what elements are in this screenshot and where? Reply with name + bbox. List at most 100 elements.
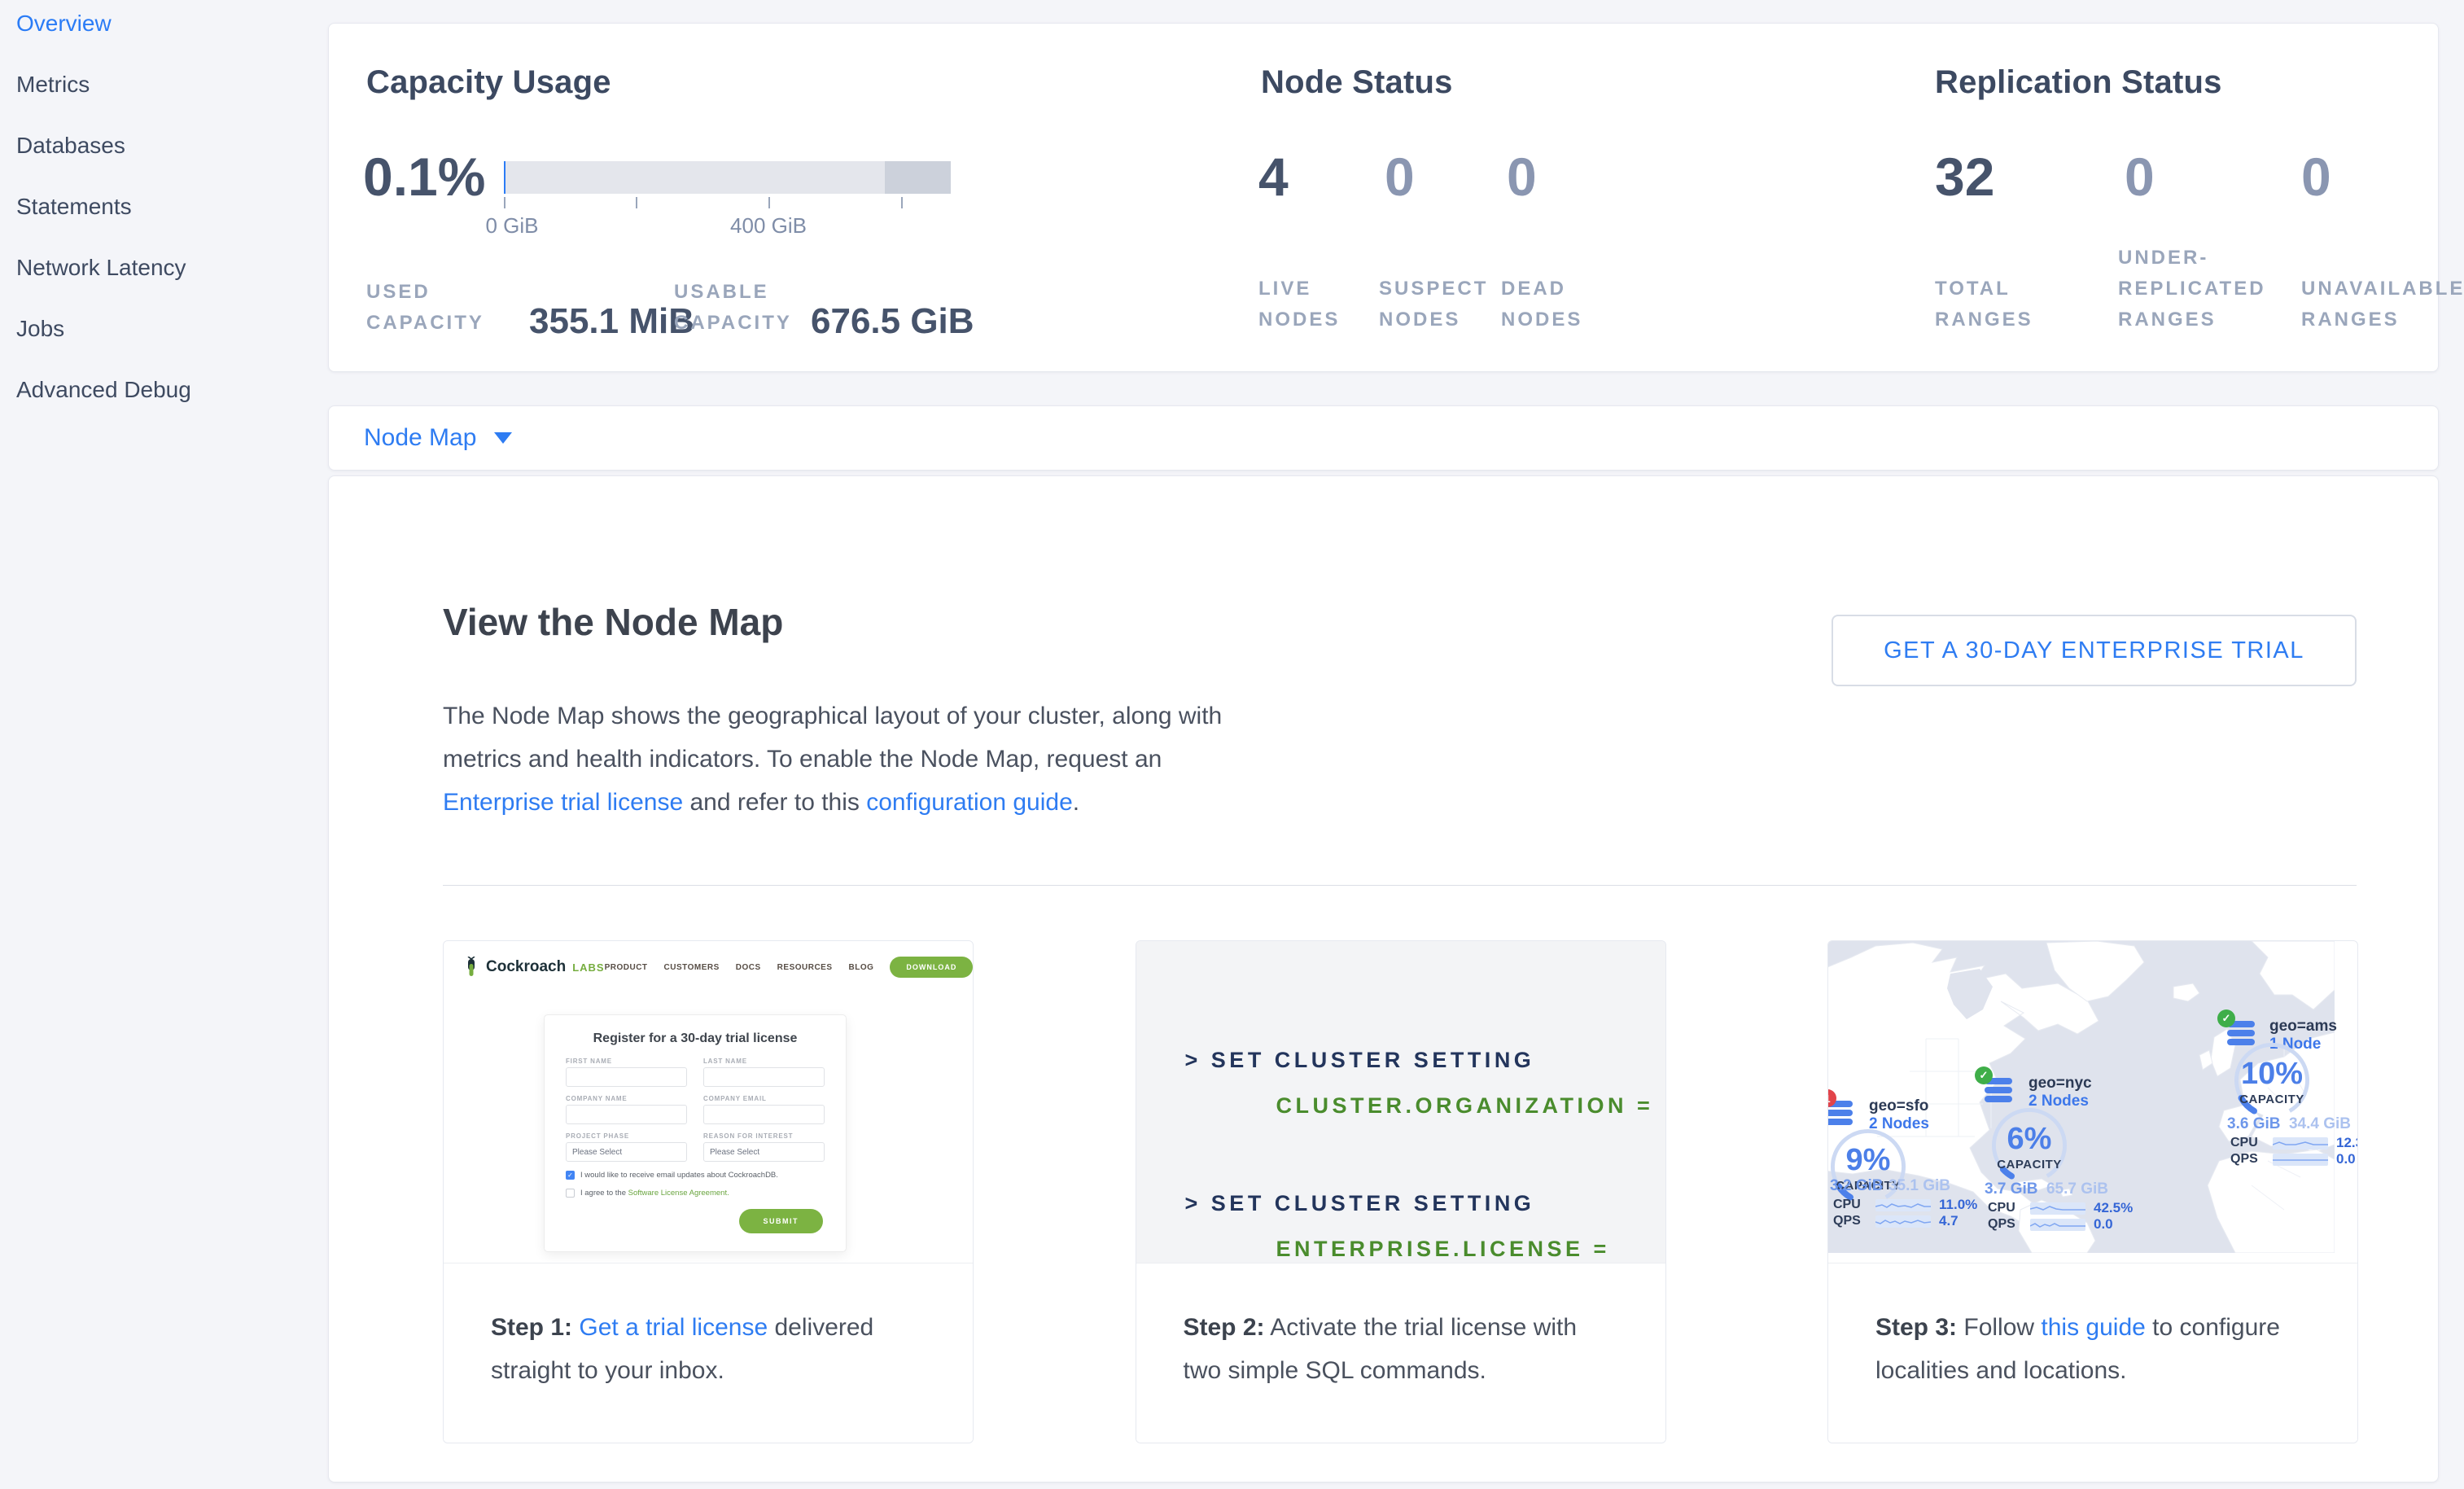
configuration-guide-link[interactable]: configuration guide [866, 789, 1073, 816]
sidebar-item-advanced-debug[interactable]: Advanced Debug [16, 377, 309, 438]
software-license-agreement-link: Software License Agreement. [628, 1189, 729, 1198]
used-gib: 3.6 GiB [2227, 1115, 2280, 1133]
axis-tick [504, 197, 505, 208]
usable-gib: 35.1 GiB [1888, 1177, 1950, 1195]
last-name-label: LAST NAME [703, 1058, 825, 1065]
capacity-bar-track [504, 161, 951, 194]
node-status-title: Node Status [1261, 64, 1453, 101]
cpu-label: CPU [2230, 1136, 2265, 1150]
page-title: View the Node Map [443, 600, 783, 644]
cpu-value: 11.0% [1939, 1197, 1977, 1213]
this-guide-link[interactable]: this guide [2041, 1314, 2145, 1341]
capacity-usage-bar-chart: 0 GiB 400 GiB [504, 161, 951, 259]
axis-label-0gib: 0 GiB [485, 213, 538, 239]
sidebar-item-databases[interactable]: Databases [16, 133, 309, 194]
axis-tick [636, 197, 637, 208]
capacity-percent: 6% [1989, 1122, 2069, 1157]
used-capacity-label: USED CAPACITY [366, 277, 506, 339]
usable-gib: 65.7 GiB [2046, 1180, 2108, 1198]
submit-button: SUBMIT [739, 1209, 824, 1233]
reason-for-interest-select: Please Select [703, 1142, 825, 1162]
view-selector-panel: Node Map [328, 405, 2439, 471]
usable-capacity-value: 676.5 GiB [811, 301, 974, 342]
minisite-nav-product: PRODUCT [605, 963, 648, 972]
step3-label: Step 3: [1875, 1314, 1957, 1341]
description-text: The Node Map shows the geographical layo… [443, 703, 1222, 773]
used-gib: 3.2 GiB [1830, 1177, 1883, 1195]
cockroach-bug-icon [463, 957, 479, 978]
form-title: Register for a 30-day trial license [566, 1031, 825, 1046]
minisite-nav-customers: CUSTOMERS [664, 963, 720, 972]
qps-sparkline [1875, 1215, 1931, 1228]
locality-name: geo=ams [2269, 1018, 2337, 1036]
step2-caption: Step 2: Activate the trial license with … [1136, 1263, 1665, 1443]
unavailable-ranges-label: UNAVAILABLE RANGES [2301, 274, 2464, 335]
sql-line-3: > SET CLUSTER SETTING [1185, 1180, 1654, 1226]
locality-name: geo=sfo [1869, 1097, 1929, 1115]
first-name-label: FIRST NAME [566, 1058, 687, 1065]
replication-status-title: Replication Status [1935, 64, 2222, 101]
sidebar-item-network-latency[interactable]: Network Latency [16, 255, 309, 316]
step1-label: Step 1: [491, 1314, 572, 1341]
used-gib: 3.7 GiB [1985, 1180, 2037, 1198]
node-map-preview: 1 geo=sfo 2 Nodes [1828, 941, 2357, 1263]
dead-nodes-label: DEAD NODES [1501, 274, 1591, 335]
divider [443, 885, 2357, 886]
total-ranges-value: 32 [1935, 146, 1994, 208]
sql-line-2: CLUSTER.ORGANIZATION = [1185, 1083, 1654, 1128]
axis-label-400gib: 400 GiB [730, 213, 807, 239]
capacity-gauge-ams: 10% CAPACITY [2232, 1040, 2312, 1120]
sidebar-item-statements[interactable]: Statements [16, 194, 309, 255]
step2-sql-snippet: > SET CLUSTER SETTING CLUSTER.ORGANIZATI… [1136, 941, 1665, 1263]
sidebar-item-metrics[interactable]: Metrics [16, 72, 309, 133]
company-name-field [566, 1105, 687, 1124]
locality-name: geo=nyc [2029, 1075, 2092, 1093]
sql-line-4: ENTERPRISE.LICENSE = [1185, 1226, 1654, 1263]
trial-registration-form: Register for a 30-day trial license FIRS… [544, 1014, 847, 1252]
node-map-view-dropdown[interactable]: Node Map [364, 424, 512, 452]
cpu-sparkline [2030, 1202, 2085, 1215]
capacity-bar-used-fill [504, 161, 505, 194]
live-nodes-value: 4 [1258, 146, 1289, 208]
qps-label: QPS [1988, 1217, 2022, 1232]
enterprise-trial-button[interactable]: GET A 30-DAY ENTERPRISE TRIAL [1832, 615, 2357, 686]
usable-gib: 34.4 GiB [2289, 1115, 2351, 1133]
get-trial-license-link[interactable]: Get a trial license [579, 1314, 768, 1341]
check-icon: ✓ [1975, 1066, 1993, 1084]
minisite-nav-blog: BLOG [849, 963, 874, 972]
qps-label: QPS [1833, 1214, 1867, 1228]
capacity-bar-other-segment [885, 161, 951, 194]
node-map-promo-panel: View the Node Map The Node Map shows the… [328, 475, 2439, 1482]
step3-caption: Step 3: Follow this guide to configure l… [1828, 1263, 2357, 1443]
sidebar-item-overview[interactable]: Overview [16, 11, 309, 72]
capacity-label: CAPACITY [2232, 1093, 2312, 1106]
company-name-label: COMPANY NAME [566, 1095, 687, 1102]
qps-label: QPS [2230, 1152, 2265, 1167]
project-phase-select: Please Select [566, 1142, 687, 1162]
capacity-usage-percent: 0.1% [363, 146, 485, 208]
sql-line-1: > SET CLUSTER SETTING [1185, 1037, 1654, 1083]
email-updates-checkbox: ✓ [566, 1171, 575, 1180]
description-text: . [1073, 789, 1079, 816]
company-email-field [703, 1105, 825, 1124]
qps-value: 0.0 [2336, 1151, 2356, 1167]
step2-label: Step 2: [1184, 1314, 1265, 1341]
email-updates-label: I would like to receive email updates ab… [580, 1171, 778, 1180]
qps-sparkline [2273, 1154, 2328, 1166]
cockroach-labs-logo: Cockroach LABS [463, 957, 605, 978]
under-replicated-ranges-value: 0 [2125, 146, 2155, 208]
license-agreement-label: I agree to the Software License Agreemen… [580, 1189, 729, 1198]
suspect-nodes-value: 0 [1385, 146, 1415, 208]
cpu-sparkline [1875, 1199, 1931, 1211]
total-ranges-label: TOTAL RANGES [1935, 274, 2041, 335]
sidebar-item-jobs[interactable]: Jobs [16, 316, 309, 377]
capacity-gauge-nyc: 6% CAPACITY [1989, 1106, 2069, 1185]
live-nodes-label: LIVE NODES [1258, 274, 1348, 335]
enterprise-trial-license-link[interactable]: Enterprise trial license [443, 789, 683, 816]
step3-card: 1 geo=sfo 2 Nodes [1827, 940, 2358, 1443]
unavailable-ranges-value: 0 [2301, 146, 2331, 208]
minisite-nav-resources: RESOURCES [777, 963, 833, 972]
node-map-description: The Node Map shows the geographical layo… [443, 694, 1241, 824]
first-name-field [566, 1067, 687, 1087]
step2-card: > SET CLUSTER SETTING CLUSTER.ORGANIZATI… [1136, 940, 1666, 1443]
